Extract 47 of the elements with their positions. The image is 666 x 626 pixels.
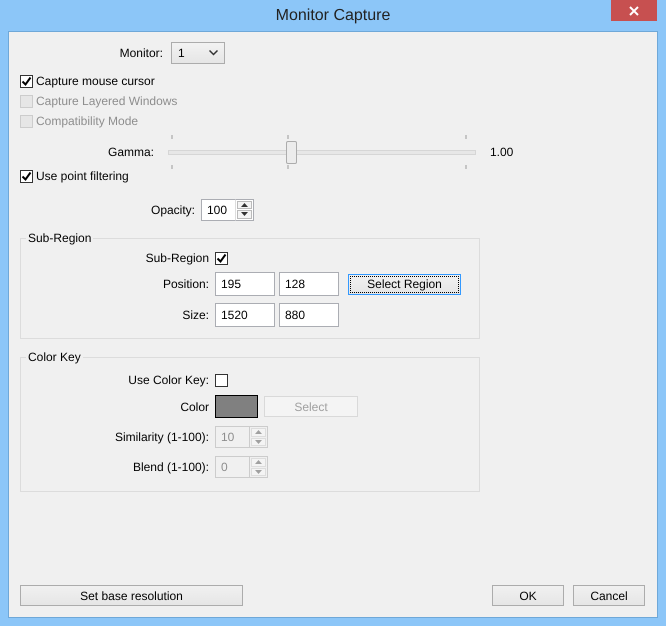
slider-thumb[interactable] — [286, 140, 298, 164]
button[interactable]: Cancel — [573, 585, 645, 606]
field-label: Size: — [182, 308, 209, 322]
field-label: Similarity (1-100): — [114, 430, 209, 444]
checkbox-label[interactable]: Use point filtering — [36, 169, 129, 183]
checkmark-icon — [216, 252, 227, 264]
text-field[interactable]: 195 — [215, 272, 275, 296]
spin-down-button[interactable] — [237, 210, 252, 218]
checkbox[interactable] — [20, 170, 33, 182]
caret-down-icon — [241, 212, 248, 216]
button[interactable]: Select Region — [348, 274, 461, 294]
caret-up-icon — [241, 202, 248, 207]
checkmark-icon — [21, 76, 32, 86]
button[interactable]: Set base resolution — [20, 585, 243, 606]
text-field[interactable]: 128 — [279, 272, 339, 296]
text-field[interactable]: 880 — [279, 303, 339, 327]
number-field[interactable]: 100 — [201, 198, 235, 220]
field-label: Gamma: — [106, 145, 154, 159]
caret-up-icon — [255, 430, 262, 434]
checkbox[interactable] — [215, 252, 228, 264]
checkbox-label[interactable]: Sub-Region — [146, 251, 209, 265]
gamma-value: 1.00 — [490, 145, 514, 159]
close-icon — [629, 6, 639, 16]
field-label: Color — [180, 400, 209, 414]
field-label: Monitor: — [118, 46, 163, 60]
checkbox[interactable] — [20, 74, 33, 88]
text-field[interactable]: 1520 — [215, 303, 275, 327]
caret-up-icon — [255, 460, 262, 464]
spin-up-button[interactable] — [237, 200, 252, 209]
checkbox-label[interactable]: Use Color Key: — [128, 373, 209, 387]
window-title: Monitor Capture — [276, 6, 390, 24]
close-button[interactable] — [611, 0, 657, 21]
chevron-down-icon — [209, 50, 218, 56]
group-title: Sub-Region — [27, 231, 92, 245]
button[interactable]: OK — [492, 585, 564, 606]
monitor-dropdown[interactable]: 1 — [171, 42, 225, 64]
field-label: Opacity: — [150, 202, 195, 216]
field-label: Blend (1-100): — [132, 460, 209, 474]
checkbox[interactable] — [215, 374, 228, 386]
gamma-slider[interactable] — [168, 135, 476, 169]
caret-down-icon — [255, 470, 262, 474]
checkbox-label[interactable]: Capture mouse cursor — [36, 74, 155, 88]
color-swatch[interactable] — [215, 395, 258, 418]
caret-down-icon — [255, 440, 262, 444]
field-label: Position: — [162, 277, 209, 291]
checkmark-icon — [21, 170, 32, 182]
group-title: Color Key — [27, 350, 82, 364]
